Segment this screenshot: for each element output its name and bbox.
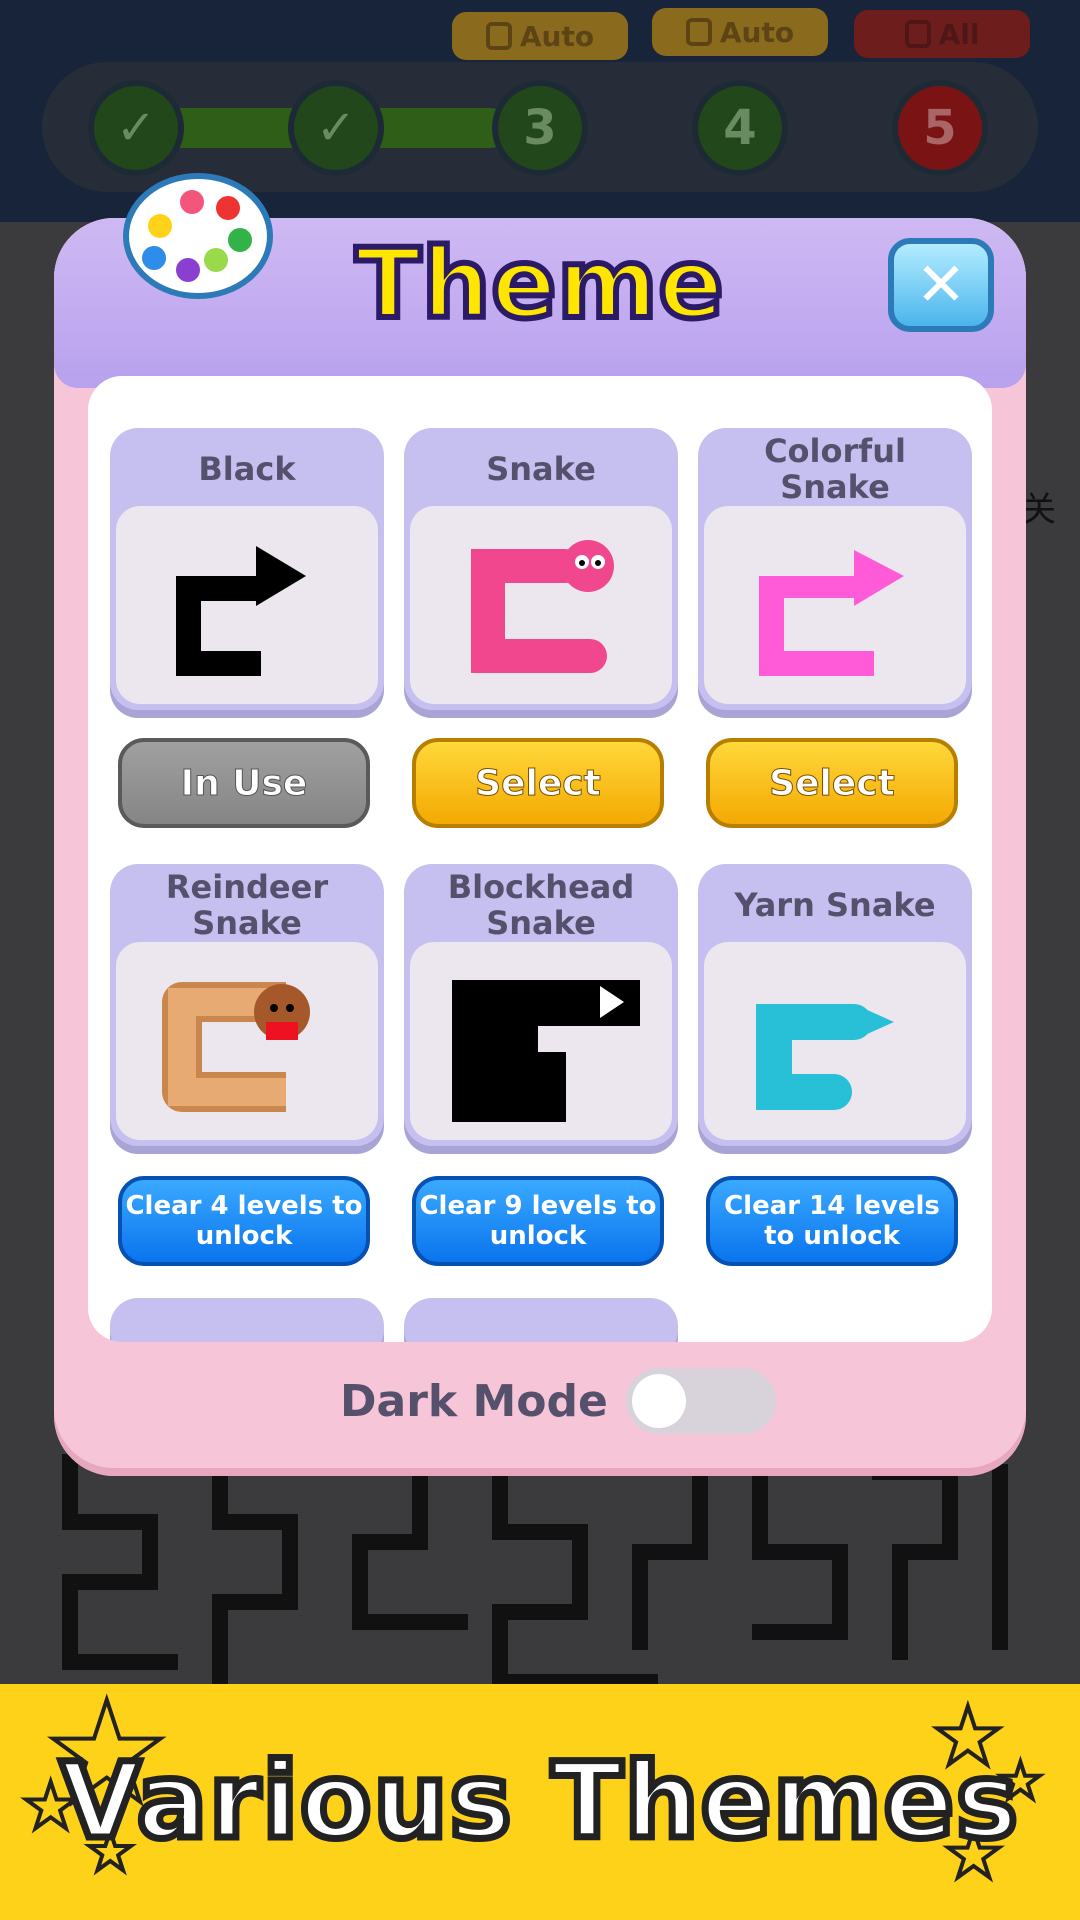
dark-mode-label: Dark Mode — [340, 1375, 608, 1427]
yarn-snake-preview — [704, 942, 966, 1140]
toggle-knob — [631, 1374, 686, 1428]
theme-card-yarn-snake[interactable]: Yarn Snake — [698, 864, 972, 1146]
banner-title: Various Themes — [57, 1737, 1022, 1866]
level-node-2: ✓ — [288, 80, 384, 176]
theme-name: Black — [198, 450, 296, 488]
level-node-3: 3 — [492, 80, 588, 176]
theme-name: Snake — [486, 450, 596, 488]
theme-name: Reindeer Snake — [165, 868, 329, 942]
theme-card-black[interactable]: Black — [110, 428, 384, 710]
theme-card-snake[interactable]: Snake — [404, 428, 678, 710]
dark-mode-toggle[interactable] — [625, 1368, 776, 1434]
theme-card-partial[interactable] — [404, 1298, 678, 1342]
black-arrow-preview — [116, 506, 378, 704]
pink-snake-preview — [410, 506, 672, 704]
reindeer-snake-preview — [116, 942, 378, 1140]
paint-palette-icon — [120, 166, 276, 306]
theme-card-colorful-snake[interactable]: Colorful Snake — [698, 428, 972, 710]
theme-card-partial[interactable] — [110, 1298, 384, 1342]
theme-card-blockhead-snake[interactable]: Blockhead Snake — [404, 864, 678, 1146]
theme-name: Blockhead Snake — [447, 868, 635, 942]
close-icon: ✕ — [915, 250, 967, 320]
unlock-requirement-button[interactable]: Clear 4 levels to unlock — [118, 1176, 370, 1266]
level-node-4: 4 — [692, 80, 788, 176]
blockhead-snake-preview — [410, 942, 672, 1140]
select-button[interactable]: Select — [412, 738, 664, 828]
level-node-1: ✓ — [88, 80, 184, 176]
auto-tag[interactable]: Auto — [452, 12, 628, 60]
dark-mode-row: Dark Mode — [340, 1368, 776, 1434]
side-glyph: 关 — [1022, 490, 1056, 530]
unlock-requirement-button[interactable]: Clear 9 levels to unlock — [412, 1176, 664, 1266]
close-button[interactable]: ✕ — [888, 238, 994, 332]
theme-name: Colorful Snake — [764, 432, 906, 506]
in-use-button[interactable]: In Use — [118, 738, 370, 828]
all-tag[interactable]: All — [854, 10, 1030, 58]
unlock-requirement-button[interactable]: Clear 14 levels to unlock — [706, 1176, 958, 1266]
tool-icon — [485, 22, 512, 50]
dialog-title: Theme — [352, 225, 726, 343]
magenta-arrow-preview — [704, 506, 966, 704]
level-node-5: 5 — [892, 80, 988, 176]
tool-icon — [685, 18, 712, 46]
auto-tag[interactable]: Auto — [652, 8, 828, 56]
select-button[interactable]: Select — [706, 738, 958, 828]
tool-icon — [904, 20, 931, 48]
theme-list-panel[interactable]: Black Snake Colorful Snake In Use Select… — [88, 376, 992, 1342]
theme-card-reindeer-snake[interactable]: Reindeer Snake — [110, 864, 384, 1146]
theme-name: Yarn Snake — [734, 886, 936, 924]
